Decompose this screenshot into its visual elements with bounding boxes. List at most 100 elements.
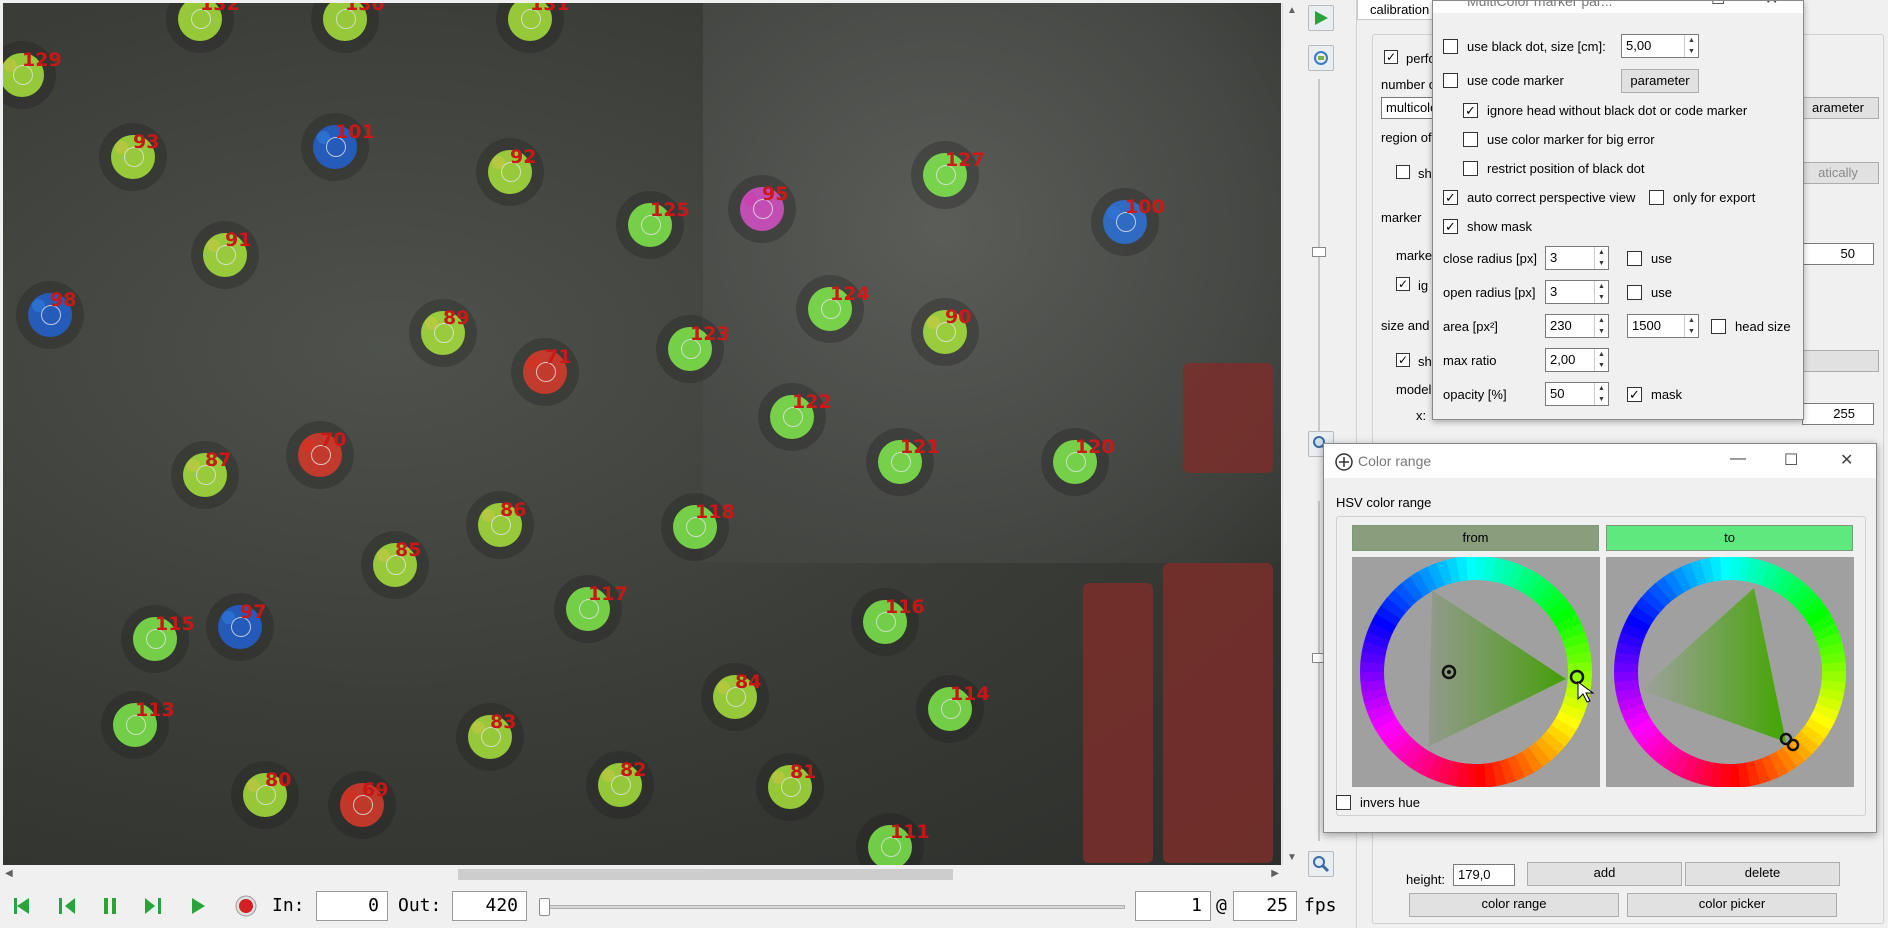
- head-marker[interactable]: 91: [203, 229, 251, 277]
- head-marker[interactable]: 113: [113, 699, 175, 747]
- perform-checkbox[interactable]: ✓: [1384, 50, 1398, 64]
- head-marker[interactable]: 100: [1103, 196, 1165, 244]
- close-use-row[interactable]: use: [1627, 251, 1672, 266]
- head-marker[interactable]: 125: [628, 199, 690, 247]
- use-code-marker-row[interactable]: use code marker: [1443, 73, 1564, 88]
- use-code-marker-checkbox[interactable]: [1443, 73, 1458, 88]
- play-tool-button[interactable]: [1308, 5, 1334, 31]
- maximize-icon[interactable]: ☐: [1711, 1, 1725, 9]
- only-export-checkbox[interactable]: [1649, 190, 1664, 205]
- from-color-wheel[interactable]: [1352, 556, 1600, 788]
- horizontal-scrollbar-thumb[interactable]: [458, 869, 953, 880]
- use-color-marker-checkbox[interactable]: [1463, 132, 1478, 147]
- spin-arrows-icon[interactable]: ▲ ▼: [1594, 281, 1608, 303]
- head-marker[interactable]: 70: [298, 429, 346, 477]
- head-marker[interactable]: 81: [768, 761, 816, 809]
- auto-correct-row[interactable]: ✓ auto correct perspective view: [1443, 190, 1635, 205]
- spin-arrows-icon[interactable]: ▲ ▼: [1684, 315, 1698, 337]
- head-marker[interactable]: 93: [111, 131, 159, 179]
- use-color-marker-row[interactable]: use color marker for big error: [1463, 132, 1655, 147]
- head-size-row[interactable]: head size: [1711, 319, 1791, 334]
- head-marker[interactable]: 83: [468, 711, 516, 759]
- head-marker[interactable]: 116: [863, 596, 925, 644]
- head-marker[interactable]: 124: [808, 283, 870, 331]
- marker-spin[interactable]: 50: [1802, 243, 1874, 265]
- zoom-in-button[interactable]: [1308, 851, 1334, 877]
- in-frame-input[interactable]: 0: [316, 891, 388, 921]
- to-color-wheel[interactable]: [1606, 556, 1854, 788]
- head-marker[interactable]: 90: [923, 306, 971, 354]
- open-use-row[interactable]: use: [1627, 285, 1672, 300]
- head-marker[interactable]: 101: [313, 121, 375, 169]
- from-color-button[interactable]: from: [1352, 525, 1599, 551]
- head-marker[interactable]: 98: [28, 289, 76, 337]
- timeline-slider[interactable]: [539, 898, 1125, 916]
- restrict-position-row[interactable]: restrict position of black dot: [1463, 161, 1645, 176]
- step-forward-button[interactable]: [140, 892, 168, 920]
- head-marker[interactable]: 120: [1053, 436, 1115, 484]
- spin-arrows-icon[interactable]: ▲ ▼: [1594, 349, 1608, 371]
- head-marker[interactable]: 115: [133, 613, 195, 661]
- scroll-left-icon[interactable]: ◀: [5, 868, 13, 879]
- horizontal-scrollbar[interactable]: ◀ ▶: [3, 866, 1281, 883]
- black-dot-size-spin[interactable]: 5,00 ▲ ▼: [1621, 34, 1699, 58]
- mask-checkbox[interactable]: ✓: [1627, 387, 1642, 402]
- head-marker[interactable]: 127: [923, 149, 985, 197]
- head-marker[interactable]: 121: [878, 436, 940, 484]
- height-spin[interactable]: 179,0: [1453, 864, 1515, 886]
- ignore-head-row[interactable]: ✓ ignore head without black dot or code …: [1463, 103, 1747, 118]
- pause-button[interactable]: [96, 892, 124, 920]
- head-marker[interactable]: 84: [713, 671, 761, 719]
- head-marker[interactable]: 95: [740, 183, 788, 231]
- zoom2-slider-track[interactable]: [1318, 501, 1320, 841]
- head-marker[interactable]: 80: [243, 769, 291, 817]
- close-icon[interactable]: ✕: [1765, 1, 1778, 9]
- spin-arrows-icon[interactable]: ▲ ▼: [1594, 247, 1608, 269]
- opacity-spin[interactable]: 50 ▲ ▼: [1545, 382, 1609, 406]
- zoom-slider-handle[interactable]: [1312, 247, 1326, 257]
- region-show-checkbox[interactable]: [1396, 165, 1410, 179]
- head-marker[interactable]: 117: [566, 583, 628, 631]
- color-picker-button[interactable]: color picker: [1627, 893, 1837, 917]
- close-use-checkbox[interactable]: [1627, 251, 1642, 266]
- show-mask-checkbox[interactable]: ✓: [1443, 219, 1458, 234]
- minimize-icon[interactable]: —: [1730, 450, 1746, 468]
- to-color-button[interactable]: to: [1606, 525, 1853, 551]
- head-size-checkbox[interactable]: [1711, 319, 1726, 334]
- scroll-right-icon[interactable]: ▶: [1271, 868, 1279, 879]
- use-black-dot-row[interactable]: use black dot, size [cm]:: [1443, 39, 1606, 54]
- head-marker[interactable]: 89: [421, 307, 469, 355]
- delete-button[interactable]: delete: [1685, 862, 1840, 886]
- head-marker[interactable]: 97: [218, 601, 266, 649]
- vertical-scrollbar[interactable]: ▲ ▼: [1282, 3, 1299, 865]
- tab-calibration[interactable]: calibration: [1357, 0, 1439, 20]
- close-radius-spin[interactable]: 3 ▲ ▼: [1545, 246, 1609, 270]
- fps-input[interactable]: 25: [1233, 891, 1297, 921]
- ignore-head-checkbox[interactable]: ✓: [1463, 103, 1478, 118]
- close-icon[interactable]: ✕: [1840, 450, 1853, 470]
- spin-arrows-icon[interactable]: ▲ ▼: [1594, 383, 1608, 405]
- mask-row[interactable]: ✓ mask: [1627, 387, 1682, 402]
- play-button[interactable]: [184, 892, 212, 920]
- head-marker[interactable]: 122: [770, 391, 832, 439]
- head-marker[interactable]: 92: [488, 146, 536, 194]
- video-view[interactable]: 132 130 131 129 93 101 92 127 125 95 100 91 98 124 90 8…: [3, 3, 1281, 865]
- show-mask-row[interactable]: ✓ show mask: [1443, 219, 1532, 234]
- size-button[interactable]: [1797, 350, 1879, 372]
- scroll-up-icon[interactable]: ▲: [1287, 5, 1297, 16]
- auto-correct-checkbox[interactable]: ✓: [1443, 190, 1458, 205]
- head-marker[interactable]: 123: [668, 323, 730, 371]
- area-min-spin[interactable]: 230 ▲ ▼: [1545, 314, 1609, 338]
- open-radius-spin[interactable]: 3 ▲ ▼: [1545, 280, 1609, 304]
- zoom-slider-track[interactable]: [1318, 79, 1320, 435]
- parameter-button[interactable]: parameter: [1621, 69, 1699, 93]
- to-hue-wheel[interactable]: [1606, 556, 1854, 788]
- invers-hue-row[interactable]: invers hue: [1336, 795, 1420, 810]
- from-hue-wheel[interactable]: [1352, 556, 1600, 788]
- maximize-icon[interactable]: ☐: [1784, 450, 1798, 470]
- head-marker[interactable]: 118: [673, 501, 735, 549]
- color-range-button[interactable]: color range: [1409, 893, 1619, 917]
- head-marker[interactable]: 114: [928, 683, 990, 731]
- size-show-checkbox[interactable]: ✓: [1396, 353, 1410, 367]
- use-black-dot-checkbox[interactable]: [1443, 39, 1458, 54]
